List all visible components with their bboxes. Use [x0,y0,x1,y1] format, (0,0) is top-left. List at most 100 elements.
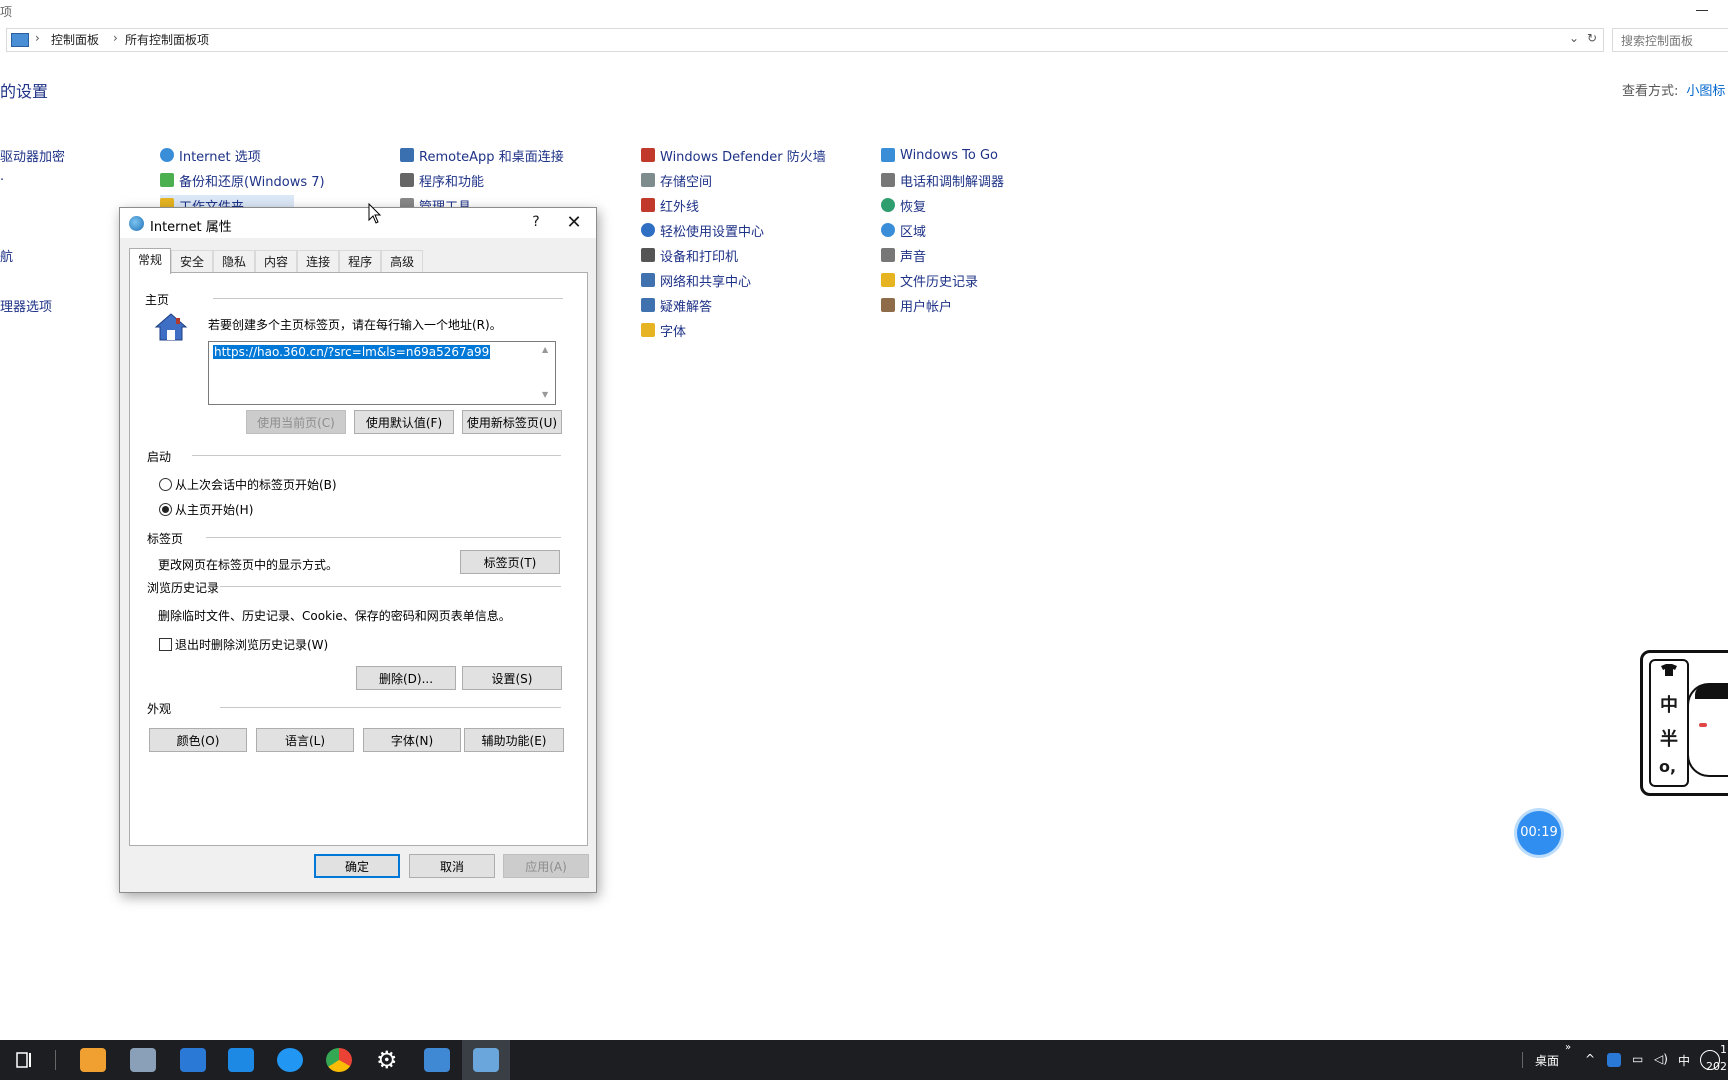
view-by-label: 查看方式: [1622,84,1679,99]
use-current-button[interactable]: 使用当前页(C) [246,410,346,434]
delete-history-button[interactable]: 删除(D)... [356,666,456,690]
internet-options-icon [160,148,174,162]
settings-gear-icon[interactable]: ⚙ [376,1046,398,1074]
cp-item-remoteapp[interactable]: RemoteApp 和桌面连接 [400,145,564,165]
cancel-button[interactable]: 取消 [409,854,495,878]
startup-last-session-label[interactable]: 从上次会话中的标签页开始(B) [175,476,337,493]
cp-item-sound[interactable]: 声音 [881,245,926,265]
tab-security[interactable]: 安全 [171,250,214,273]
desktop-toolbar-label[interactable]: 桌面 [1535,1052,1559,1069]
sticker-face [1687,683,1728,777]
tab-connections[interactable]: 连接 [297,250,340,273]
media-player-icon[interactable] [80,1048,106,1072]
scroll-down-icon[interactable]: ▼ [542,390,548,399]
cp-item-programs-features[interactable]: 程序和功能 [400,170,484,190]
history-settings-button[interactable]: 设置(S) [462,666,562,690]
colors-button[interactable]: 颜色(O) [149,728,247,752]
home-description: 若要创建多个主页标签页，请在每行输入一个地址(R)。 [208,318,502,332]
ime-indicator[interactable]: 中 [1678,1052,1690,1069]
address-bar[interactable]: › 控制面板 › 所有控制面板项 ⌄ ↻ [6,28,1604,52]
cp-item-storage-spaces[interactable]: 存储空间 [641,170,712,190]
breadcrumb-control-panel[interactable]: 控制面板 [51,31,99,48]
tabs-settings-button[interactable]: 标签页(T) [460,550,560,574]
cp-item-phone-modem[interactable]: 电话和调制解调器 [881,170,1004,190]
cp-item-devices-printers[interactable]: 设备和打印机 [641,245,738,265]
delete-on-exit-checkbox[interactable] [159,638,172,651]
cp-item-troubleshooting[interactable]: 疑难解答 [641,295,712,315]
ok-button[interactable]: 确定 [314,854,400,878]
use-new-tab-button[interactable]: 使用新标签页(U) [462,410,562,434]
tab-privacy[interactable]: 隐私 [213,250,256,273]
close-button[interactable]: ✕ [560,212,588,234]
cp-item-fonts[interactable]: 字体 [641,320,686,340]
startup-homepage-radio[interactable] [159,503,172,516]
task-view-icon[interactable] [14,1050,34,1070]
startup-last-session-radio[interactable] [159,478,172,491]
feather-app-icon[interactable] [277,1048,303,1072]
accessibility-button[interactable]: 辅助功能(E) [464,728,564,752]
tab-programs[interactable]: 程序 [339,250,382,273]
security-shield-icon[interactable] [1607,1053,1621,1067]
cp-item-indexing[interactable]: 理器选项 [0,295,52,315]
tab-general[interactable]: 常规 [129,248,172,274]
scroll-up-icon[interactable]: ▲ [542,345,548,354]
u-app-icon[interactable] [228,1048,254,1072]
cp-item-region[interactable]: 区域 [881,220,926,240]
homepage-url-textarea[interactable]: https://hao.360.cn/?src=lm&ls=n69a5267a9… [208,341,556,405]
view-by-dropdown[interactable]: 小图标 [1686,84,1725,99]
textarea-scrollbar[interactable]: ▲ ▼ [539,342,555,404]
chevron-down-icon[interactable]: ⌄ [1569,31,1579,45]
dialog-titlebar[interactable]: Internet 属性 ? ✕ [120,208,596,238]
fonts-button[interactable]: 字体(N) [363,728,461,752]
cp-item-file-history[interactable]: 文件历史记录 [881,270,978,290]
taskbar-separator [1522,1052,1523,1068]
volume-icon[interactable]: ◁) [1654,1052,1668,1066]
tab-content[interactable]: 内容 [255,250,298,273]
delete-on-exit-label[interactable]: 退出时删除浏览历史记录(W) [175,636,328,653]
backup-restore-icon [160,173,174,187]
sound-icon [881,248,895,262]
cp-item-windows-to-go[interactable]: Windows To Go [881,145,998,165]
cp-item-label: 设备和打印机 [660,249,739,265]
clock-time[interactable]: 1 [1720,1043,1727,1056]
tab-advanced[interactable]: 高级 [381,250,424,273]
photo-viewer-icon[interactable] [130,1048,156,1072]
cp-item-infrared[interactable]: 红外线 [641,195,699,215]
cp-item-label: 轻松使用设置中心 [660,224,765,240]
cp-item-network-sharing[interactable]: 网络和共享中心 [641,270,751,290]
cp-item-navigation[interactable]: 航 [0,245,13,265]
search-input[interactable]: 搜索控制面板 [1612,28,1728,52]
toolbar-expand-icon[interactable]: » [1565,1042,1571,1053]
cp-item-recovery[interactable]: 恢复 [881,195,926,215]
help-button[interactable]: ? [524,214,548,234]
cp-item-label: 电话和调制解调器 [900,174,1005,190]
clock-date[interactable]: 202 [1706,1060,1727,1073]
network-icon[interactable]: ▭ [1632,1052,1643,1066]
chrome-icon[interactable] [326,1048,352,1072]
use-default-button[interactable]: 使用默认值(F) [354,410,454,434]
homepage-url-text: https://hao.360.cn/?src=lm&ls=n69a5267a9… [213,345,491,359]
cp-item-bitlocker[interactable]: 驱动器加密 [0,145,65,165]
mail-app-icon[interactable] [180,1048,206,1072]
group-divider [220,586,561,587]
recording-timer[interactable]: 00:19 [1517,811,1561,855]
show-hidden-icons-icon[interactable]: ^ [1585,1052,1595,1066]
cp-item-internet-options[interactable]: Internet 选项 [160,145,261,165]
minimize-button[interactable] [1696,0,1708,11]
cp-item-user-accounts[interactable]: 用户帐户 [881,295,952,315]
languages-button[interactable]: 语言(L) [256,728,354,752]
taskbar [0,1040,1728,1080]
startup-homepage-label[interactable]: 从主页开始(H) [175,501,253,518]
network-sharing-icon [641,273,655,287]
breadcrumb-all-items[interactable]: 所有控制面板项 [125,31,209,48]
apply-button[interactable]: 应用(A) [503,854,589,878]
cp-item-ease-of-access[interactable]: 轻松使用设置中心 [641,220,764,240]
refresh-icon[interactable]: ↻ [1587,31,1597,45]
control-panel-taskbar-icon[interactable] [473,1048,499,1072]
programs-features-icon [400,173,414,187]
window-title: 项 [0,5,13,19]
cp-item-hidden[interactable]: · [0,170,4,190]
cp-item-firewall[interactable]: Windows Defender 防火墙 [641,145,826,165]
cp-item-backup-restore[interactable]: 备份和还原(Windows 7) [160,170,325,190]
computer-app-icon[interactable] [424,1048,450,1072]
